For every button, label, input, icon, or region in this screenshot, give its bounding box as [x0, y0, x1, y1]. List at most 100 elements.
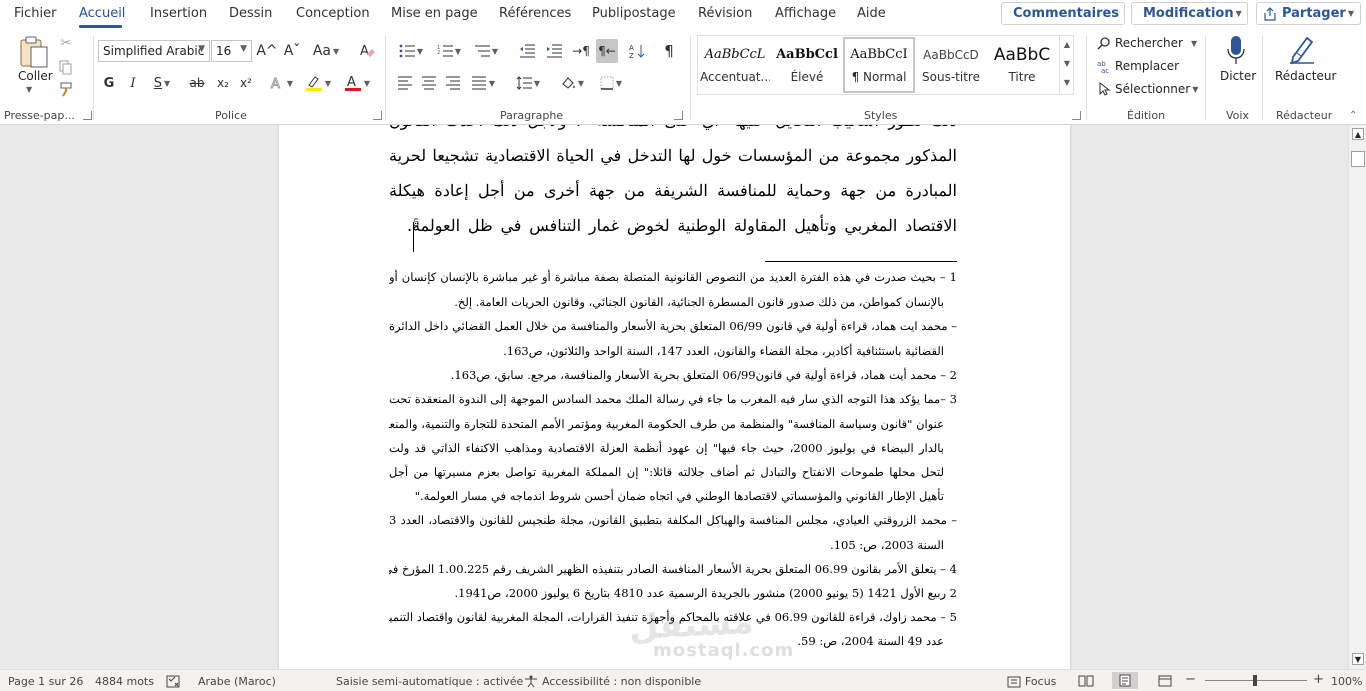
microphone-icon[interactable]	[1224, 33, 1248, 67]
style-eleve[interactable]: AaBbCcl Élevé	[772, 40, 842, 92]
footnote-line[interactable]: 2 ربيع الأول 1421 (5 يونيو 2000) منشور ب…	[389, 583, 957, 603]
dialog-launcher-icon[interactable]	[674, 111, 683, 120]
superscript-button[interactable]: x²	[237, 73, 255, 93]
zoom-level[interactable]: 100%	[1331, 675, 1362, 688]
style-accentuation[interactable]: AaBbCcL Accentuat...	[700, 40, 770, 92]
align-right-icon[interactable]	[444, 73, 462, 93]
comments-button[interactable]: Commentaires	[1001, 2, 1125, 25]
dictate-label[interactable]: Dicter	[1220, 69, 1256, 83]
tab-accueil[interactable]: Accueil	[79, 6, 125, 21]
footnote-line[interactable]: لتحل محلها طموحات الانفتاح والتبادل ثم أ…	[389, 462, 944, 482]
align-left-icon[interactable]	[396, 73, 414, 93]
footnote-line[interactable]: عنوان "قانون وسياسة المنافسة" والمنظمة م…	[389, 414, 944, 434]
body-line[interactable]: المبادرة من جهة وحماية للمنافسة الشريفة …	[389, 177, 957, 205]
grow-font-icon[interactable]: A^	[256, 42, 277, 60]
footnote-line[interactable]: 3 –مما يؤكد هذا التوجه الذي سار فيه المغ…	[389, 389, 957, 409]
rtl-direction-icon[interactable]: ¶←	[596, 39, 618, 63]
footnote-line[interactable]: بالدار البيضاء في يوليوز 2000، حيث جاء ف…	[389, 438, 944, 458]
body-line[interactable]: الاقتصاد المغربي وتأهيل المقاولة الوطنية…	[407, 212, 957, 240]
tab-aide[interactable]: Aide	[857, 6, 886, 21]
select-button[interactable]: Sélectionner ▼	[1097, 80, 1198, 98]
underline-button[interactable]: S ▼	[148, 73, 176, 93]
tab-revision[interactable]: Révision	[698, 6, 752, 21]
scroll-up-icon[interactable]: ▲	[1352, 128, 1364, 140]
autocomplete-status[interactable]: Saisie semi-automatique : activée	[336, 675, 523, 688]
scroll-down-icon[interactable]: ▼	[1060, 54, 1074, 73]
subscript-button[interactable]: x₂	[214, 73, 232, 93]
numbering-icon[interactable]: 1 2 ▼	[434, 41, 464, 61]
font-color-icon[interactable]: A ▼	[342, 73, 372, 93]
tab-references[interactable]: Références	[499, 6, 571, 21]
tab-dessin[interactable]: Dessin	[229, 6, 272, 21]
body-line[interactable]: المذكور مجموعة من المؤسسات خول لها التدخ…	[389, 142, 957, 170]
tab-mise-en-page[interactable]: Mise en page	[391, 6, 478, 21]
format-painter-icon[interactable]	[58, 80, 76, 98]
zoom-out-icon[interactable]: −	[1185, 672, 1196, 687]
footnote-line[interactable]: 2 – محمد أيت هماد، قراءة أولية في قانون0…	[389, 365, 957, 385]
replace-button[interactable]: ab ac Remplacer	[1097, 57, 1179, 75]
dialog-launcher-icon[interactable]	[1072, 111, 1081, 120]
footnote-line[interactable]: القضائية باستئنافية أكادير، مجلة القضاء …	[389, 341, 944, 361]
shrink-font-icon[interactable]: Aˇ	[283, 42, 301, 60]
ltr-direction-icon[interactable]: →¶	[572, 41, 590, 61]
footnote-line[interactable]: – محمد الزروقتي العيادي، مجلس المنافسة و…	[389, 510, 957, 530]
collapse-ribbon-icon[interactable]: ⌃	[1349, 110, 1357, 121]
change-case-icon[interactable]: Aa ▼	[312, 42, 340, 60]
tab-affichage[interactable]: Affichage	[775, 6, 836, 21]
language-status[interactable]: Arabe (Maroc)	[198, 675, 276, 688]
copy-icon[interactable]	[58, 58, 74, 76]
accessibility-status[interactable]: Accessibilité : non disponible	[524, 675, 701, 688]
sort-icon[interactable]: AZ	[628, 41, 646, 61]
multilevel-list-icon[interactable]: ▼	[471, 41, 501, 61]
read-mode-icon[interactable]	[1078, 675, 1094, 690]
style-sous-titre[interactable]: AaBbCcD Sous-titre	[916, 40, 986, 92]
justify-icon[interactable]: ▼	[468, 73, 498, 93]
decrease-indent-icon[interactable]	[518, 41, 536, 61]
show-formatting-icon[interactable]: ¶	[660, 41, 678, 61]
vertical-scrollbar[interactable]: ▲ ▼	[1348, 125, 1366, 669]
chevron-down-icon[interactable]: ▼	[26, 85, 32, 94]
tab-insertion[interactable]: Insertion	[150, 6, 207, 21]
dialog-launcher-icon[interactable]	[83, 111, 92, 120]
scroll-up-icon[interactable]: ▲	[1060, 35, 1074, 54]
highlight-icon[interactable]: ▼	[303, 73, 333, 93]
align-center-icon[interactable]	[420, 73, 438, 93]
clear-formatting-icon[interactable]: A	[358, 42, 376, 60]
word-count[interactable]: 4884 mots	[95, 675, 154, 688]
footnote-line[interactable]: 4 – يتعلق الأمر بقانون 06.99 المتعلق بحر…	[389, 559, 957, 579]
shading-icon[interactable]: ▼	[557, 73, 587, 93]
line-spacing-icon[interactable]: ▼	[512, 73, 544, 93]
document-page[interactable]: ذلك تطور أساليب التحايل عليها- أي على ال…	[279, 125, 1070, 669]
web-layout-icon[interactable]	[1158, 675, 1172, 690]
zoom-slider-thumb[interactable]	[1253, 675, 1257, 686]
borders-icon[interactable]: ▼	[596, 73, 626, 93]
italic-button[interactable]: I	[125, 73, 141, 93]
font-name-select[interactable]: Simplified Arabic ▼	[98, 40, 210, 62]
footnote-line[interactable]: – محمد ايت هماد، قراءة أولية في قانون 06…	[389, 316, 957, 336]
style-normal[interactable]: AaBbCcI ¶ Normal	[843, 37, 915, 93]
share-button[interactable]: Partager ▼	[1256, 2, 1361, 25]
scroll-down-icon[interactable]: ▼	[1352, 653, 1364, 665]
zoom-in-icon[interactable]: +	[1313, 672, 1324, 687]
dialog-launcher-icon[interactable]	[373, 111, 382, 120]
footnote-line[interactable]: السنة 2003، ص: 105.	[389, 535, 944, 555]
font-size-select[interactable]: 16 ▼	[211, 40, 252, 62]
body-line[interactable]: ذلك تطور أساليب التحايل عليها- أي على ال…	[389, 125, 957, 135]
footnote-line[interactable]: 1 – بحيث صدرت في هذه الفترة العديد من ال…	[389, 267, 957, 287]
find-button[interactable]: Rechercher ▼	[1097, 34, 1197, 52]
strikethrough-button[interactable]: ab	[187, 73, 207, 93]
footnote-line[interactable]: تأهيل الإطار القانوني والمؤسساتي لاقتصاد…	[389, 486, 944, 506]
cut-icon[interactable]: ✂	[58, 34, 74, 52]
paste-button[interactable]	[16, 34, 52, 70]
tab-fichier[interactable]: Fichier	[14, 6, 57, 21]
page-count[interactable]: Page 1 sur 26	[8, 675, 83, 688]
editor-icon[interactable]	[1286, 35, 1318, 65]
tab-publipostage[interactable]: Publipostage	[592, 6, 676, 21]
focus-button[interactable]: Focus	[1007, 675, 1056, 688]
editor-label[interactable]: Rédacteur	[1275, 69, 1336, 83]
more-styles-icon[interactable]: ▼	[1060, 73, 1074, 92]
print-layout-icon[interactable]	[1112, 672, 1138, 689]
style-titre[interactable]: AaBbC Titre	[987, 40, 1057, 92]
editing-mode-button[interactable]: Modification ▼	[1131, 2, 1248, 25]
footnote-line[interactable]: بالإنسان كمواطن، من ذلك صدور قانون المسط…	[389, 292, 944, 312]
